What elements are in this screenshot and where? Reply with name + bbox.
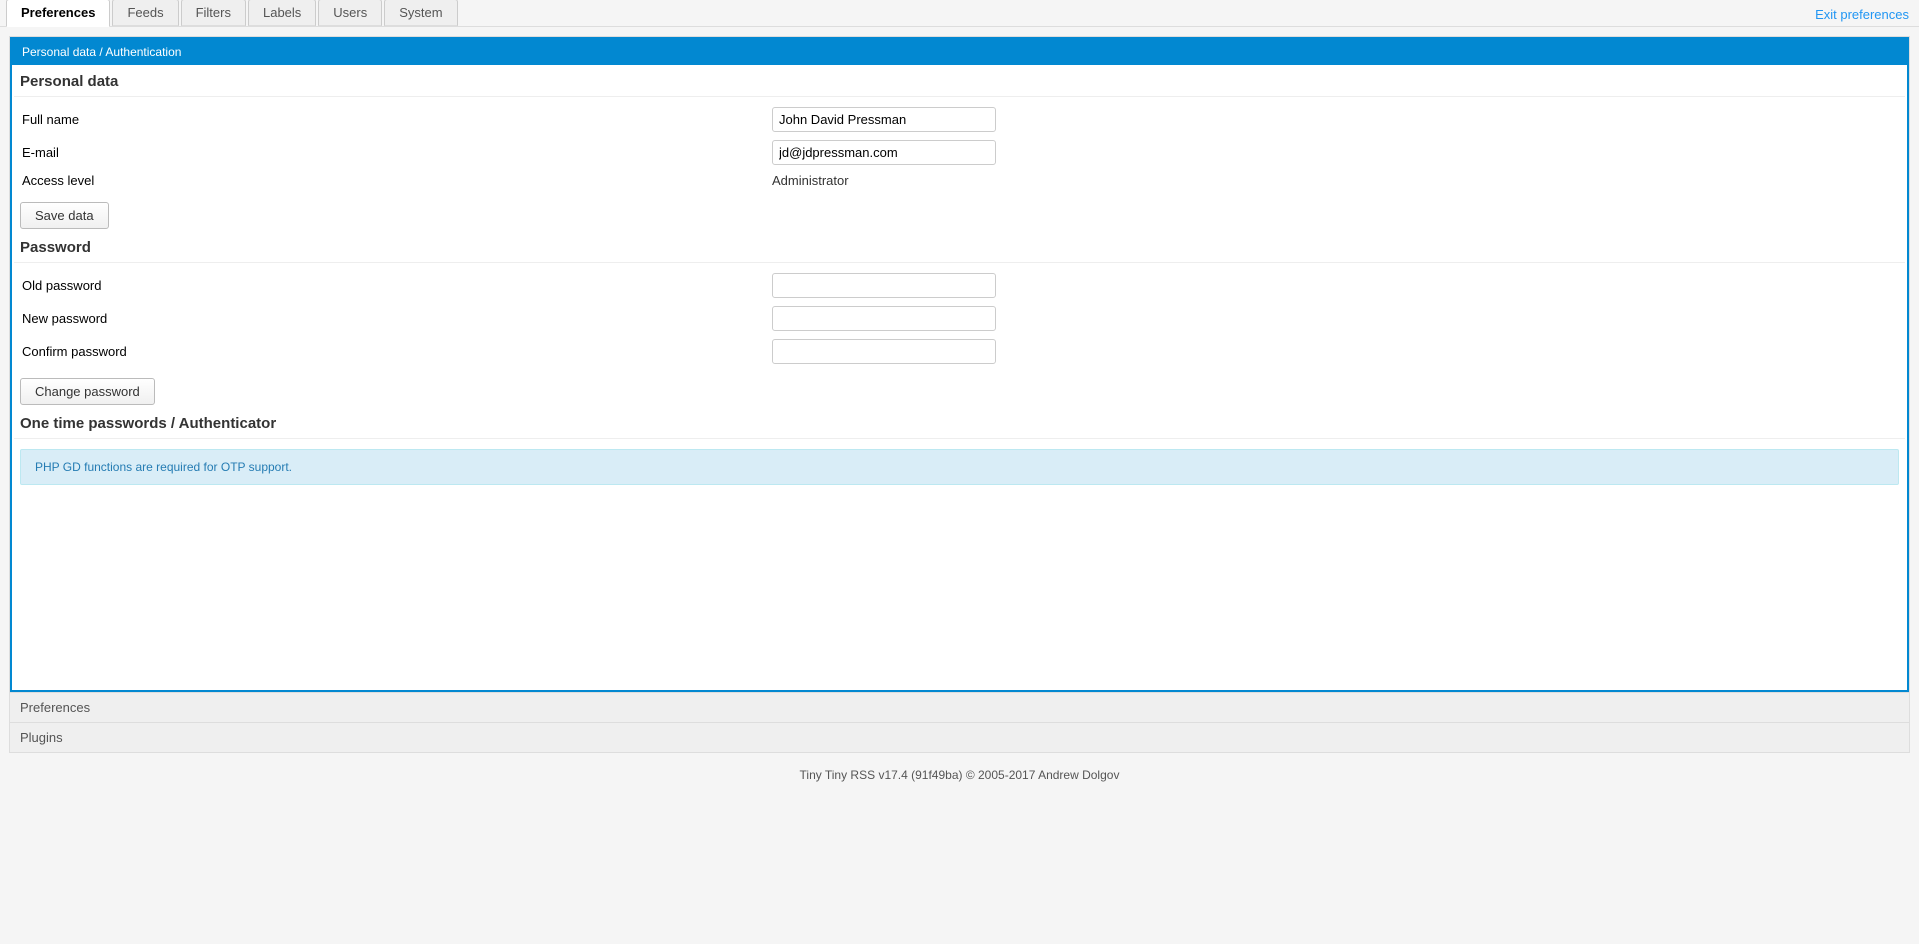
section-title-personal-data: Personal data <box>14 65 1905 97</box>
confirm-password-input[interactable] <box>772 339 996 364</box>
change-password-button[interactable]: Change password <box>20 378 155 405</box>
password-form: Old password New password Confirm passwo… <box>12 263 1907 372</box>
tab-users[interactable]: Users <box>318 0 382 26</box>
save-data-button[interactable]: Save data <box>20 202 109 229</box>
new-password-input[interactable] <box>772 306 996 331</box>
new-password-label: New password <box>22 311 772 326</box>
access-level-label: Access level <box>22 173 772 188</box>
email-input[interactable] <box>772 140 996 165</box>
section-title-otp: One time passwords / Authenticator <box>14 407 1905 439</box>
tab-labels[interactable]: Labels <box>248 0 316 26</box>
footer-text: Tiny Tiny RSS v17.4 (91f49ba) © 2005-201… <box>0 762 1919 788</box>
old-password-input[interactable] <box>772 273 996 298</box>
tab-list: Preferences Feeds Filters Labels Users S… <box>6 0 458 26</box>
section-title-password: Password <box>14 231 1905 263</box>
content-panel: Personal data / Authentication Personal … <box>9 36 1910 753</box>
personal-data-form: Full name E-mail Access level Administra… <box>12 97 1907 196</box>
email-label: E-mail <box>22 145 772 160</box>
full-name-input[interactable] <box>772 107 996 132</box>
full-name-label: Full name <box>22 112 772 127</box>
tab-system[interactable]: System <box>384 0 457 26</box>
access-level-value: Administrator <box>772 173 1897 188</box>
confirm-password-label: Confirm password <box>22 344 772 359</box>
exit-preferences-link[interactable]: Exit preferences <box>1815 7 1909 26</box>
tab-preferences[interactable]: Preferences <box>6 0 110 27</box>
accordion-plugins[interactable]: Plugins <box>10 722 1909 752</box>
old-password-label: Old password <box>22 278 772 293</box>
accordion-body: Personal data Full name E-mail Access le… <box>12 65 1907 690</box>
accordion-header-personal-data[interactable]: Personal data / Authentication <box>12 39 1907 65</box>
tab-filters[interactable]: Filters <box>181 0 246 26</box>
accordion-preferences[interactable]: Preferences <box>10 692 1909 722</box>
accordion-personal-data: Personal data / Authentication Personal … <box>10 37 1909 692</box>
top-bar: Preferences Feeds Filters Labels Users S… <box>0 0 1919 27</box>
otp-notice: PHP GD functions are required for OTP su… <box>20 449 1899 485</box>
tab-feeds[interactable]: Feeds <box>112 0 178 26</box>
